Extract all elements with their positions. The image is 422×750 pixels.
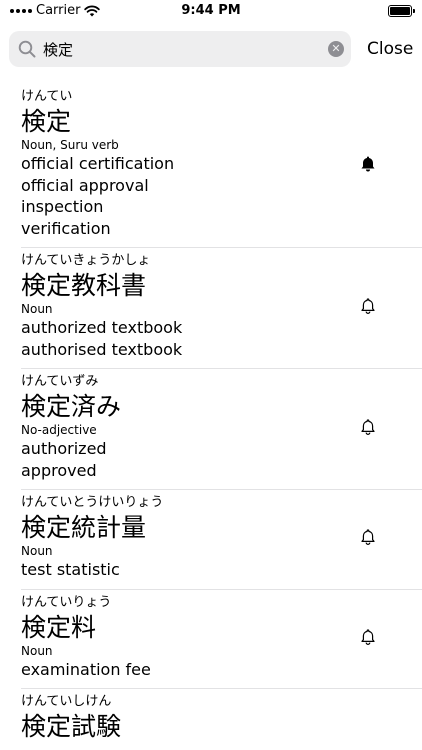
entry-gloss: authorized	[21, 439, 107, 458]
clear-icon[interactable]: ✕	[328, 41, 344, 57]
status-bar: Carrier 9:44 PM	[0, 0, 422, 22]
entry-gloss: verification	[21, 218, 111, 238]
search-input[interactable]: 検定	[43, 39, 73, 60]
bell-icon[interactable]	[359, 418, 377, 440]
results-list: けんてい 検定 Noun, Suru verb official certificat…	[0, 84, 422, 750]
status-time: 9:44 PM	[181, 3, 241, 18]
entry-kanji: 検定試験	[21, 712, 122, 741]
list-item[interactable]: けんてい 検定 Noun, Suru verb official certificat…	[21, 84, 422, 248]
entry-part-of-speech: Noun, Suru verb	[21, 138, 119, 152]
entry-gloss: approved	[21, 460, 97, 480]
bell-icon[interactable]	[359, 628, 377, 650]
list-item[interactable]: けんていとうけいりょう 検定統計量 Noun test statistic	[21, 490, 422, 590]
entry-kanji: 検定	[21, 107, 72, 136]
entry-gloss: examination fee	[21, 659, 151, 679]
entry-reading: けんてい	[21, 89, 73, 104]
entry-gloss: authorised textbook	[21, 339, 183, 359]
entry-gloss: test statistic	[21, 560, 120, 579]
search-icon	[18, 40, 36, 58]
entry-gloss: authorized textbook	[21, 318, 183, 337]
entry-gloss: official approval	[21, 175, 149, 195]
entry-reading: けんていりょう	[21, 594, 112, 610]
bell-icon[interactable]	[359, 297, 377, 319]
entry-gloss: inspection	[21, 197, 104, 216]
bell-icon[interactable]	[359, 528, 377, 550]
list-item[interactable]: けんていずみ 検定済み No-adjective authorized approved	[21, 369, 422, 490]
entry-reading: けんていとうけいりょう	[21, 495, 164, 510]
entry-reading: けんていずみ	[21, 374, 99, 389]
entry-reading: けんていきょうかしょ	[21, 253, 151, 268]
close-button[interactable]: Close	[367, 39, 413, 59]
entry-reading: けんていしけん	[21, 694, 112, 709]
bell-filled-icon[interactable]	[359, 155, 377, 177]
search-bar[interactable]: 検定 ✕	[9, 31, 351, 67]
battery-icon	[388, 5, 415, 17]
list-item[interactable]: けんていきょうかしょ 検定教科書 Noun authorized textbook au…	[21, 248, 422, 369]
list-item[interactable]: けんていりょう 検定料 Noun examination fee	[21, 590, 422, 689]
list-item[interactable]: けんていしけん検定試験	[21, 689, 422, 750]
